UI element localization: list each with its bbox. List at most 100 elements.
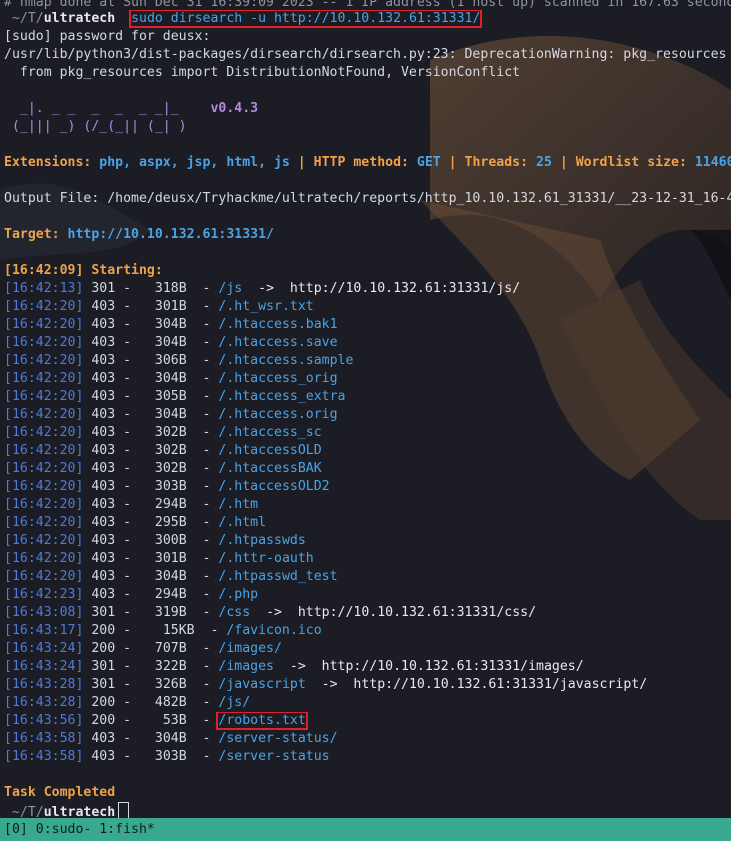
sep: - — [186, 461, 219, 476]
sep: - — [115, 569, 140, 584]
target-value: http://10.10.132.61:31331/ — [67, 227, 274, 242]
result-timestamp: [16:42:20] — [4, 569, 84, 584]
result-timestamp: [16:42:20] — [4, 335, 84, 350]
sep: - — [115, 587, 140, 602]
output-file-line: Output File: /home/deusx/Tryhackme/ultra… — [4, 191, 731, 206]
sep: - — [186, 605, 219, 620]
result-row: [16:43:28] 301 - 326B - /javascript -> h… — [4, 676, 731, 694]
sep: - — [115, 425, 140, 440]
result-status-code: 403 — [91, 299, 116, 314]
target-line: Target: http://10.10.132.61:31331/ — [4, 226, 731, 244]
result-row: [16:42:20] 403 - 302B - /.htaccessOLD — [4, 442, 731, 460]
sep: - — [186, 443, 219, 458]
sep: - — [186, 677, 219, 692]
result-row: [16:43:17] 200 - 15KB - /favicon.ico — [4, 622, 731, 640]
method-label: HTTP method: — [313, 155, 417, 170]
result-timestamp: [16:42:20] — [4, 497, 84, 512]
result-status-code: 403 — [91, 749, 116, 764]
result-path: /css — [218, 605, 251, 620]
sep: - — [186, 389, 219, 404]
result-timestamp: [16:42:23] — [4, 587, 84, 602]
result-size: 318B — [139, 281, 187, 296]
sep: - — [186, 659, 219, 674]
result-redirect: http://10.10.132.61:31331/css/ — [297, 605, 537, 620]
result-size: 294B — [139, 587, 187, 602]
result-row: [16:42:20] 403 - 304B - /.htpasswd_test — [4, 568, 731, 586]
result-status-code: 403 — [91, 551, 116, 566]
result-path: /javascript — [218, 677, 306, 692]
result-row: [16:43:08] 301 - 319B - /css -> http://1… — [4, 604, 731, 622]
sep: - — [115, 551, 140, 566]
sep: - — [186, 551, 219, 566]
result-status-code: 301 — [91, 281, 116, 296]
result-timestamp: [16:43:24] — [4, 641, 84, 656]
result-row: [16:43:58] 403 - 304B - /server-status/ — [4, 730, 731, 748]
result-row: [16:42:20] 403 - 304B - /.htaccess.orig — [4, 406, 731, 424]
sep: - — [115, 317, 140, 332]
sep: - — [115, 281, 140, 296]
result-size: 301B — [139, 551, 187, 566]
result-row: [16:43:24] 200 - 707B - /images/ — [4, 640, 731, 658]
result-timestamp: [16:42:20] — [4, 353, 84, 368]
result-path: /.ht_wsr.txt — [218, 299, 314, 314]
sep: - — [186, 317, 219, 332]
result-path: /images/ — [218, 641, 282, 656]
result-row: [16:42:20] 403 - 304B - /.htaccess_orig — [4, 370, 731, 388]
result-path: /.htaccess.orig — [218, 407, 338, 422]
result-path: /js/ — [218, 695, 251, 710]
result-status-code: 200 — [91, 695, 116, 710]
results-list: [16:42:13] 301 - 318B - /js -> http://10… — [4, 280, 731, 766]
result-size: 302B — [139, 461, 187, 476]
result-path: /.htaccess_extra — [218, 389, 346, 404]
sep: - — [115, 605, 140, 620]
result-size: 319B — [139, 605, 187, 620]
extensions-value: php, aspx, jsp, html, js — [99, 155, 290, 170]
sep: - — [115, 659, 140, 674]
sep: - — [186, 569, 219, 584]
sep: - — [115, 533, 140, 548]
result-status-code: 403 — [91, 443, 116, 458]
result-status-code: 403 — [91, 515, 116, 530]
result-path: /.htaccess.save — [218, 335, 338, 350]
sep: - — [115, 623, 140, 638]
result-row: [16:42:20] 403 - 306B - /.htaccess.sampl… — [4, 352, 731, 370]
result-path: /.htm — [218, 497, 259, 512]
result-redirect: http://10.10.132.61:31331/js/ — [289, 281, 521, 296]
result-status-code: 403 — [91, 497, 116, 512]
result-path: /.php — [218, 587, 259, 602]
result-status-code: 403 — [91, 335, 116, 350]
sep: - — [186, 371, 219, 386]
result-path: /.httr-oauth — [218, 551, 314, 566]
result-timestamp: [16:42:20] — [4, 461, 84, 476]
sep: - — [186, 353, 219, 368]
target-label: Target: — [4, 227, 68, 242]
redirect-arrow: -> — [250, 605, 298, 620]
result-status-code: 200 — [91, 713, 116, 728]
result-row: [16:42:20] 403 - 301B - /.ht_wsr.txt — [4, 298, 731, 316]
result-status-code: 403 — [91, 317, 116, 332]
result-path-highlight: /robots.txt — [216, 712, 308, 730]
result-size: 303B — [139, 749, 187, 764]
result-row: [16:43:24] 301 - 322B - /images -> http:… — [4, 658, 731, 676]
result-timestamp: [16:43:28] — [4, 677, 84, 692]
sep: - — [115, 335, 140, 350]
result-status-code: 403 — [91, 533, 116, 548]
result-path: /.htpasswds — [218, 533, 306, 548]
sep: - — [186, 407, 219, 422]
result-path: /.htpasswd_test — [218, 569, 338, 584]
result-row: [16:43:58] 403 - 303B - /server-status — [4, 748, 731, 766]
result-size: 294B — [139, 497, 187, 512]
result-timestamp: [16:42:20] — [4, 317, 84, 332]
tmux-status-bar[interactable]: [0] 0:sudo- 1:fish* — [0, 818, 731, 841]
sep: - — [186, 533, 219, 548]
threads-value: 25 — [536, 155, 552, 170]
result-size: 707B — [139, 641, 187, 656]
method-value: GET — [416, 155, 441, 170]
result-row: [16:42:20] 403 - 295B - /.html — [4, 514, 731, 532]
result-timestamp: [16:43:17] — [4, 623, 84, 638]
result-size: 303B — [139, 479, 187, 494]
